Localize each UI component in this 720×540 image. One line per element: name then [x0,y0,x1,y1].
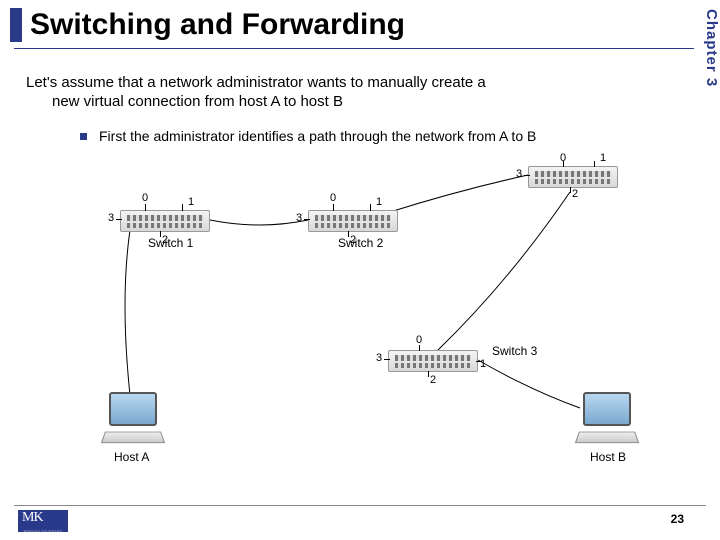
switch-1 [120,210,210,232]
title-accent [10,8,22,42]
body-paragraph: Let's assume that a network administrato… [26,74,690,112]
tick [428,371,429,377]
host-a-label: Host A [114,450,149,464]
switch-1-label: Switch 1 [148,236,193,250]
switch-body-icon [308,210,398,232]
switch3-port-3: 3 [376,352,382,364]
keyboard-icon [575,432,639,444]
paragraph-line2: new virtual connection from host A to ho… [26,93,690,112]
publisher-logo: MK MORGAN KAUFMANN [18,510,68,534]
host-b-label: Host B [590,450,626,464]
switch3-port-2: 2 [430,374,436,386]
switchTR-port-3: 3 [516,168,522,180]
logo-mk-text: MK [22,510,43,526]
switch2-port-3: 3 [296,212,302,224]
tick [384,359,390,360]
network-diagram: Switch 1 3 0 1 2 Switch 2 3 0 1 2 3 0 1 … [60,160,660,460]
title-underline [14,48,710,49]
logo-subtext: MORGAN KAUFMANN [18,529,68,533]
page-number: 23 [671,512,684,526]
chapter-tab: Chapter 3 [694,0,720,90]
tick [594,161,595,167]
slide-title: Switching and Forwarding [30,8,405,42]
keyboard-icon [101,432,165,444]
tick [348,231,349,237]
tick [524,175,530,176]
tick [476,361,482,362]
tick [160,231,161,237]
host-b [572,392,642,444]
switch2-port-1: 1 [376,196,382,208]
monitor-icon [109,392,157,426]
switch-3 [388,350,478,372]
tick [570,187,571,193]
switch-3-label: Switch 3 [492,344,537,358]
tick [116,219,122,220]
tick [145,204,146,211]
paragraph-line1: Let's assume that a network administrato… [26,74,486,91]
switch-top-right [528,166,618,188]
switch2-port-2: 2 [350,234,356,246]
switch2-port-0: 0 [330,192,336,204]
switch-body-icon [120,210,210,232]
tick [563,161,564,167]
switch1-port-0: 0 [142,192,148,204]
tick [419,345,420,351]
switch1-port-2: 2 [162,234,168,246]
bullet-item: First the administrator identifies a pat… [80,128,690,144]
logo-box: MK MORGAN KAUFMANN [18,510,68,532]
switch-body-icon [388,350,478,372]
switch1-port-1: 1 [188,196,194,208]
switch-2-label: Switch 2 [338,236,383,250]
bullet-text: First the administrator identifies a pat… [99,128,536,144]
switch3-port-1: 1 [480,358,486,370]
bullet-icon [80,133,87,140]
switchTR-port-1: 1 [600,152,606,164]
switch-2 [308,210,398,232]
tick [182,204,183,211]
switch-body-icon [528,166,618,188]
tick [333,204,334,211]
switch1-port-3: 3 [108,212,114,224]
footer-divider [14,505,706,506]
title-bar: Switching and Forwarding [0,0,720,42]
monitor-icon [583,392,631,426]
host-a [98,392,168,444]
tick [304,219,310,220]
tick [370,204,371,211]
switchTR-port-2: 2 [572,188,578,200]
